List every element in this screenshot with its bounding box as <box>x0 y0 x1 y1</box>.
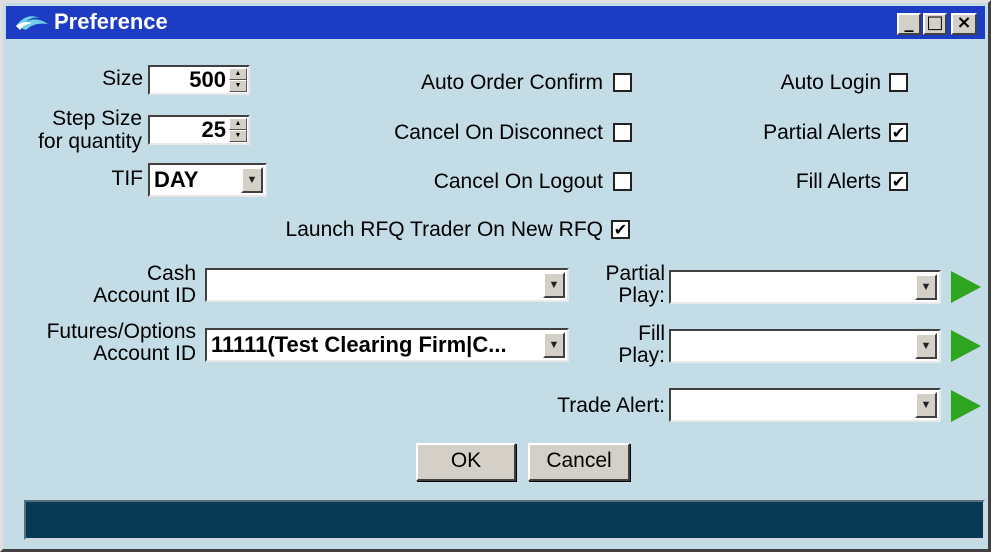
maximize-icon: □ <box>926 12 944 33</box>
size-spinner[interactable]: 500 ▲ ▼ <box>148 65 250 95</box>
size-label: Size <box>102 67 143 90</box>
partial-alerts-checkbox[interactable]: ✔ <box>889 123 908 142</box>
preference-window: Preference _ □ × Size 500 ▲ ▼ Step Size … <box>0 0 991 552</box>
checkmark-icon: ✔ <box>613 220 628 239</box>
cancel-on-logout-label: Cancel On Logout <box>433 170 603 193</box>
status-bar <box>24 500 985 540</box>
app-logo-icon <box>12 10 52 36</box>
spin-down-icon[interactable]: ▼ <box>229 130 247 142</box>
play-fill-sound-icon[interactable] <box>951 330 981 362</box>
tif-select[interactable]: DAY ▼ <box>148 163 267 197</box>
auto-order-confirm-checkbox[interactable] <box>613 73 632 92</box>
chevron-down-icon[interactable]: ▼ <box>915 274 937 300</box>
fill-alerts-checkbox[interactable]: ✔ <box>889 172 908 191</box>
futures-account-value: 11111(Test Clearing Firm|C... <box>211 332 507 357</box>
cancel-on-disconnect-checkbox[interactable] <box>613 123 632 142</box>
auto-login-checkbox[interactable] <box>889 73 908 92</box>
partial-play-label-1: Partial <box>605 262 665 285</box>
step-size-spinner-arrows[interactable]: ▲ ▼ <box>229 118 247 142</box>
title-bar[interactable]: Preference _ □ × <box>6 6 985 39</box>
checkmark-icon: ✔ <box>891 123 906 142</box>
minimize-button[interactable]: _ <box>897 13 921 35</box>
chevron-down-icon[interactable]: ▼ <box>241 167 263 193</box>
close-icon: × <box>956 12 972 33</box>
fill-play-label-1: Fill <box>638 322 665 345</box>
step-size-value: 25 <box>201 117 226 142</box>
futures-account-label-2: Account ID <box>93 342 196 365</box>
futures-account-label-1: Futures/Options <box>46 320 196 343</box>
launch-rfq-label: Launch RFQ Trader On New RFQ <box>285 218 603 241</box>
ok-button[interactable]: OK <box>416 443 516 481</box>
chevron-down-icon[interactable]: ▼ <box>915 333 937 359</box>
partial-play-label-2: Play: <box>618 284 665 307</box>
step-size-label-2: for quantity <box>38 130 142 153</box>
play-partial-sound-icon[interactable] <box>951 271 981 303</box>
close-button[interactable]: × <box>951 13 977 35</box>
size-value: 500 <box>189 67 226 92</box>
cash-account-select[interactable]: ▼ <box>205 268 569 302</box>
trade-alert-select[interactable]: ▼ <box>669 388 941 422</box>
maximize-button[interactable]: □ <box>923 13 947 35</box>
chevron-down-icon[interactable]: ▼ <box>543 272 565 298</box>
tif-label: TIF <box>111 167 144 190</box>
trade-alert-label: Trade Alert: <box>557 394 665 417</box>
minimize-icon: _ <box>904 12 914 33</box>
checkmark-icon: ✔ <box>891 172 906 191</box>
play-trade-alert-sound-icon[interactable] <box>951 390 981 422</box>
cancel-on-logout-checkbox[interactable] <box>613 172 632 191</box>
step-size-spinner[interactable]: 25 ▲ ▼ <box>148 115 250 145</box>
fill-alerts-label: Fill Alerts <box>795 170 881 193</box>
size-spinner-arrows[interactable]: ▲ ▼ <box>229 68 247 92</box>
auto-order-confirm-label: Auto Order Confirm <box>420 71 603 94</box>
auto-login-label: Auto Login <box>780 71 881 94</box>
spin-up-icon[interactable]: ▲ <box>229 68 247 80</box>
cancel-button[interactable]: Cancel <box>528 443 630 481</box>
futures-account-select[interactable]: 11111(Test Clearing Firm|C... ▼ <box>205 328 569 362</box>
chevron-down-icon[interactable]: ▼ <box>543 332 565 358</box>
fill-play-label-2: Play: <box>618 344 665 367</box>
partial-play-select[interactable]: ▼ <box>669 270 941 304</box>
partial-alerts-label: Partial Alerts <box>763 121 881 144</box>
launch-rfq-checkbox[interactable]: ✔ <box>611 220 630 239</box>
spin-down-icon[interactable]: ▼ <box>229 80 247 92</box>
chevron-down-icon[interactable]: ▼ <box>915 392 937 418</box>
cancel-on-disconnect-label: Cancel On Disconnect <box>394 121 603 144</box>
window-title: Preference <box>54 9 168 34</box>
tif-value: DAY <box>154 167 199 192</box>
step-size-label-1: Step Size <box>52 107 142 130</box>
spin-up-icon[interactable]: ▲ <box>229 118 247 130</box>
cash-account-label-2: Account ID <box>93 284 196 307</box>
fill-play-select[interactable]: ▼ <box>669 329 941 363</box>
cash-account-label-1: Cash <box>146 262 196 285</box>
